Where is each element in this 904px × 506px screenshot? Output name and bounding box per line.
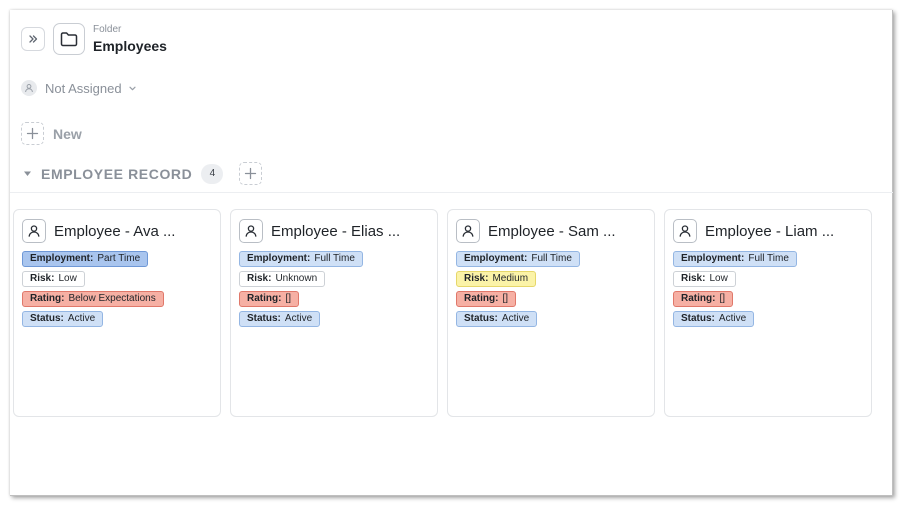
employee-card[interactable]: Employee - Sam ... Employment: Full Time Ri…: [447, 209, 655, 417]
tag-key: Rating:: [247, 293, 282, 304]
risk-tag: Risk: Medium: [456, 271, 537, 287]
person-icon: [22, 219, 46, 243]
tag-key: Employment:: [464, 253, 528, 264]
card-header: Employee - Sam ...: [456, 219, 646, 243]
folder-title: Folder Employees: [93, 24, 167, 55]
tag-value: Low: [709, 273, 728, 284]
person-icon: [239, 219, 263, 243]
employment-tag: Employment: Full Time: [673, 251, 797, 267]
tag-key: Status:: [247, 313, 281, 324]
tag-value: Active: [718, 313, 747, 324]
caret-down-icon[interactable]: [21, 170, 33, 177]
add-record-button[interactable]: [239, 162, 263, 185]
tag-key: Risk:: [30, 273, 55, 284]
tag-value: Active: [501, 313, 530, 324]
record-cards: Employee - Ava ... Employment: Part Time Ri…: [13, 209, 872, 417]
tag-list: Employment: Full Time Risk: Unknown Rating:[…: [239, 251, 429, 327]
page-header: Folder Employees: [21, 23, 167, 55]
employee-card[interactable]: Employee - Ava ... Employment: Part Time Ri…: [13, 209, 221, 417]
tag-value: Active: [67, 313, 96, 324]
card-title: Employee - Liam ...: [705, 222, 835, 240]
employment-tag: Employment: Full Time: [239, 251, 363, 267]
tag-key: Employment:: [247, 253, 311, 264]
tag-value: Low: [58, 273, 77, 284]
page-title: Employees: [93, 37, 167, 54]
section-header: EMPLOYEE RECORD 4: [21, 162, 263, 185]
risk-tag: Risk: Unknown: [239, 271, 326, 287]
employee-card[interactable]: Employee - Elias ... Employment: Full Time…: [230, 209, 438, 417]
card-header: Employee - Ava ...: [22, 219, 212, 243]
assignee-dropdown[interactable]: Not Assigned: [21, 80, 137, 96]
new-item-label: New: [53, 125, 82, 142]
tag-value: []: [719, 293, 726, 304]
folder-icon-box: [53, 23, 85, 55]
tag-key: Employment:: [30, 253, 94, 264]
tag-key: Status:: [30, 313, 64, 324]
tag-key: Rating:: [681, 293, 716, 304]
rating-tag: Rating: Below Expectations: [22, 291, 164, 307]
tag-value: Below Expectations: [68, 293, 156, 304]
section-divider: [10, 192, 893, 193]
record-count-badge: 4: [201, 163, 224, 184]
tag-value: []: [285, 293, 292, 304]
tag-value: []: [502, 293, 509, 304]
tag-key: Status:: [464, 313, 498, 324]
employment-tag: Employment: Full Time: [456, 251, 580, 267]
tag-key: Rating:: [464, 293, 499, 304]
section-title: EMPLOYEE RECORD: [41, 165, 193, 182]
tag-list: Employment: Part Time Risk: Low Rating: Below…: [22, 251, 212, 327]
chevrons-right-icon: [29, 35, 38, 43]
card-title: Employee - Sam ...: [488, 222, 616, 240]
tag-value: Full Time: [314, 253, 355, 264]
rating-tag: Rating:[]: [456, 291, 517, 307]
tag-key: Status:: [681, 313, 715, 324]
rating-tag: Rating:[]: [673, 291, 734, 307]
tag-key: Risk:: [247, 273, 272, 284]
tag-list: Employment: Full Time Risk: Low Rating:[] Sta…: [673, 251, 863, 327]
status-tag: Status: Active: [22, 311, 104, 327]
rating-tag: Rating:[]: [239, 291, 300, 307]
tag-value: Full Time: [748, 253, 789, 264]
new-item-button[interactable]: New: [21, 122, 82, 145]
card-header: Employee - Liam ...: [673, 219, 863, 243]
tag-value: Part Time: [97, 253, 141, 264]
tag-key: Employment:: [681, 253, 745, 264]
risk-tag: Risk: Low: [673, 271, 736, 287]
app-window: Folder Employees Not Assigned New EMPLOY…: [10, 10, 893, 496]
tag-key: Risk:: [681, 273, 706, 284]
card-header: Employee - Elias ...: [239, 219, 429, 243]
plus-icon: [245, 167, 257, 180]
tag-value: Active: [284, 313, 313, 324]
tag-value: Medium: [492, 273, 529, 284]
person-icon: [456, 219, 480, 243]
risk-tag: Risk: Low: [22, 271, 85, 287]
tag-key: Risk:: [464, 273, 489, 284]
card-title: Employee - Ava ...: [54, 222, 176, 240]
employee-card[interactable]: Employee - Liam ... Employment: Full Time R…: [664, 209, 872, 417]
status-tag: Status: Active: [673, 311, 755, 327]
status-tag: Status: Active: [239, 311, 321, 327]
tag-value: Full Time: [531, 253, 572, 264]
folder-icon: [60, 32, 78, 47]
folder-kind-label: Folder: [93, 23, 122, 35]
person-icon: [25, 84, 33, 93]
avatar: [21, 80, 37, 96]
tag-key: Rating:: [30, 293, 65, 304]
assignee-label: Not Assigned: [45, 80, 122, 96]
person-icon: [673, 219, 697, 243]
tag-list: Employment: Full Time Risk: Medium Rating:[]…: [456, 251, 646, 327]
tag-value: Unknown: [275, 273, 318, 284]
employment-tag: Employment: Part Time: [22, 251, 149, 267]
card-title: Employee - Elias ...: [271, 222, 401, 240]
expand-sidebar-button[interactable]: [21, 27, 45, 51]
plus-icon: [26, 127, 39, 140]
chevron-down-icon: [128, 84, 137, 93]
new-item-icon-box: [21, 122, 44, 145]
status-tag: Status: Active: [456, 311, 538, 327]
